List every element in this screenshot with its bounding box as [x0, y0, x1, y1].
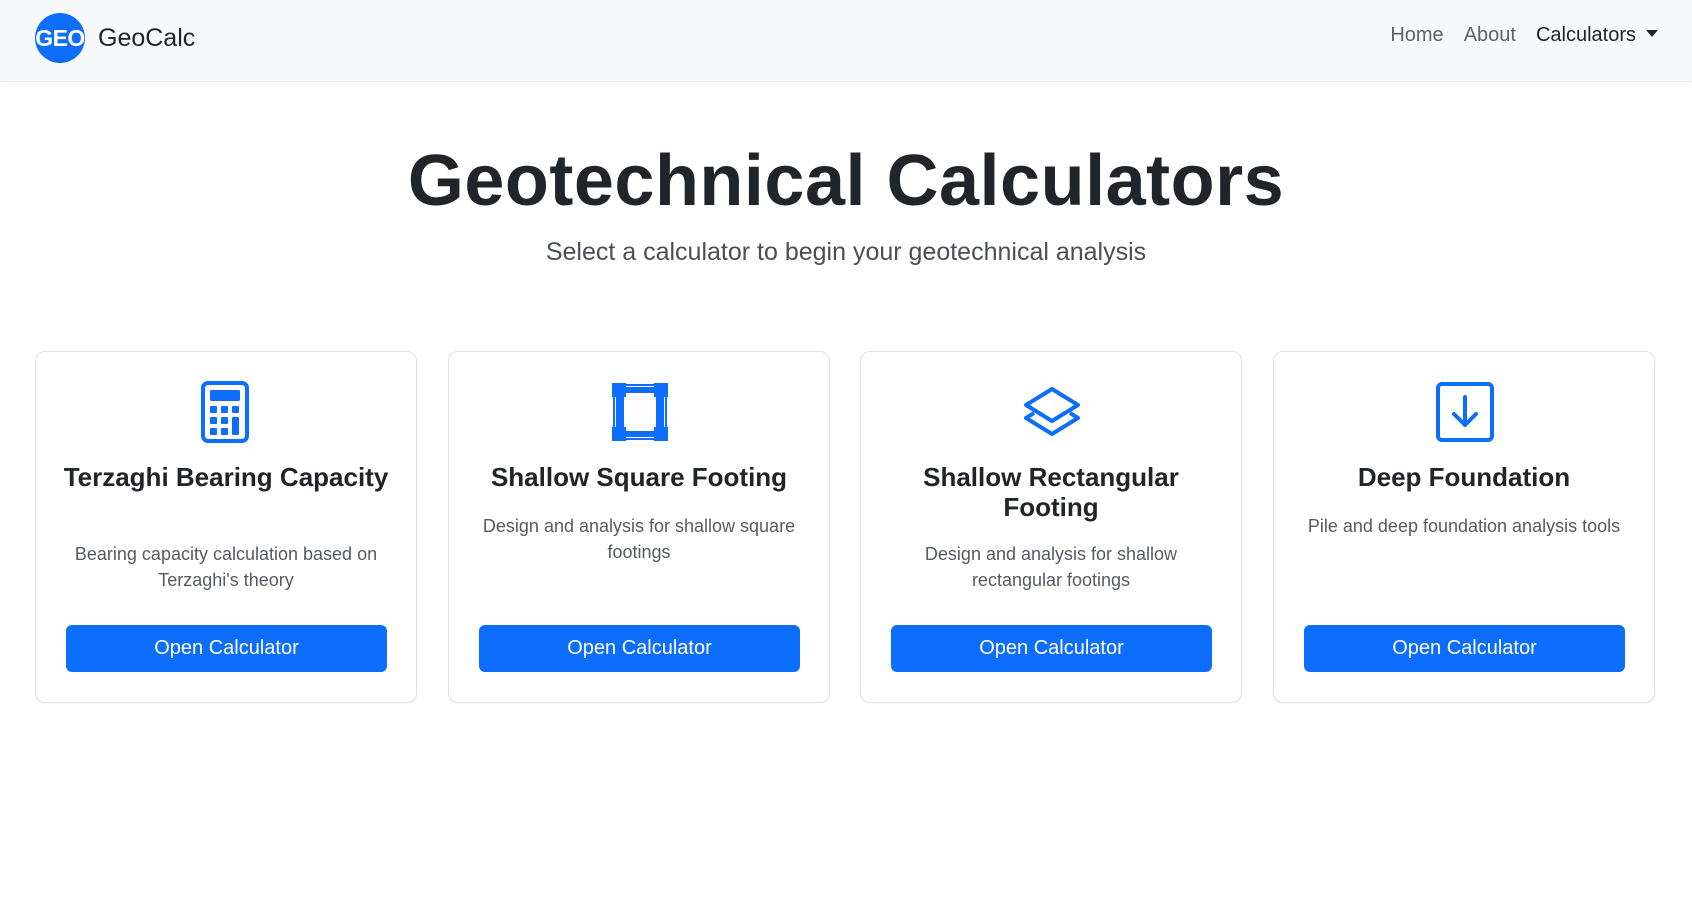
open-calculator-button[interactable]: Open Calculator: [1304, 625, 1625, 672]
nav-link-home[interactable]: Home: [1390, 24, 1443, 47]
calculator-card-deep-foundation: Deep Foundation Pile and deep foundation…: [1273, 351, 1655, 703]
card-title: Shallow Square Footing: [490, 462, 788, 492]
navbar: GEO GeoCalc Home About Calculators: [0, 0, 1692, 82]
brand-logo: GEO: [35, 13, 85, 63]
nav-dropdown-calculators-label: Calculators: [1535, 24, 1636, 46]
card-title: Deep Foundation: [1357, 462, 1571, 492]
open-calculator-button[interactable]: Open Calculator: [479, 625, 800, 672]
card-description: Pile and deep foundation analysis tools: [1307, 516, 1621, 536]
card-title: Shallow Rectangular Footing: [923, 462, 1179, 522]
calculator-card-terzaghi: Terzaghi Bearing Capacity Bearing capaci…: [35, 351, 417, 703]
calculator-card-rectangular-footing: Shallow Rectangular Footing Design and a…: [860, 351, 1242, 703]
caret-down-icon: [1646, 30, 1658, 38]
calculator-card-square-footing: Shallow Square Footing Design and analys…: [448, 351, 830, 703]
nav-dropdown-calculators[interactable]: Calculators: [1536, 24, 1658, 47]
card-title: Terzaghi Bearing Capacity: [63, 462, 389, 492]
open-calculator-button[interactable]: Open Calculator: [891, 625, 1212, 672]
card-description: Bearing capacity calculation based on Te…: [74, 544, 378, 590]
calculator-icon: [201, 381, 249, 443]
brand-name: GeoCalc: [98, 23, 196, 52]
page-title: Geotechnical Calculators: [407, 141, 1285, 221]
page-subtitle: Select a calculator to begin your geotec…: [545, 238, 1147, 266]
layers-icon: [1024, 387, 1080, 436]
arrow-down-square-icon: [1436, 382, 1494, 442]
card-description: Design and analysis for shallow square f…: [482, 516, 796, 562]
brand-link[interactable]: GEO GeoCalc: [35, 13, 195, 63]
bounding-box-icon: [612, 383, 668, 441]
nav-link-about[interactable]: About: [1464, 24, 1516, 47]
nav-links: Home About Calculators: [1370, 24, 1658, 47]
open-calculator-button[interactable]: Open Calculator: [66, 625, 387, 672]
card-description: Design and analysis for shallow rectangu…: [924, 544, 1178, 590]
